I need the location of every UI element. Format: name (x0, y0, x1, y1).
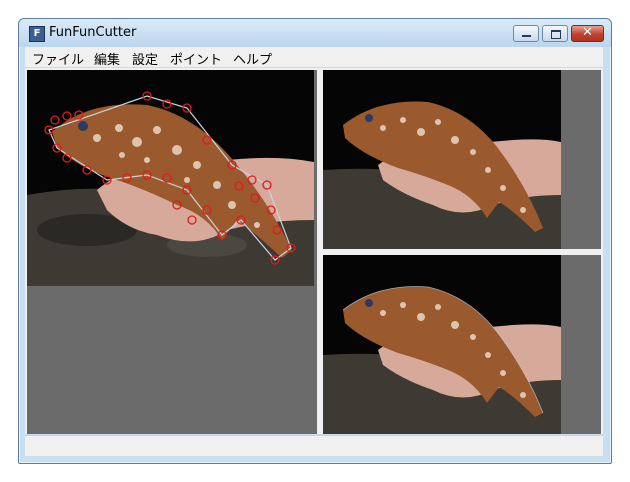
minimize-button[interactable] (513, 25, 539, 42)
preview-canvas-top (323, 70, 561, 249)
preview-canvas-bottom (323, 255, 561, 434)
fish-eye (365, 114, 373, 122)
app-icon[interactable]: F (29, 26, 45, 42)
close-button[interactable]: ✕ (571, 25, 604, 42)
main-edit-canvas[interactable] (27, 70, 317, 434)
menu-settings[interactable]: 設定 (132, 49, 158, 68)
menu-points[interactable]: ポイント (170, 49, 222, 68)
menu-file[interactable]: ファイル (32, 49, 84, 68)
menu-edit[interactable]: 編集 (94, 49, 120, 68)
fish-eye (365, 299, 373, 307)
app-window: F FunFunCutter ✕ ファイル 編集 設定 ポイント ヘルプ (18, 18, 612, 464)
status-bar (25, 435, 603, 456)
close-icon: ✕ (582, 25, 593, 40)
menu-help[interactable]: ヘルプ (233, 49, 272, 68)
preview-pane-top[interactable] (323, 70, 601, 249)
menu-bar: ファイル 編集 設定 ポイント ヘルプ (25, 47, 603, 68)
window-title: FunFunCutter (49, 25, 137, 40)
title-bar[interactable]: F FunFunCutter ✕ (19, 19, 611, 47)
client-area (25, 68, 603, 434)
fish-eye (78, 121, 88, 131)
main-edit-pane[interactable] (27, 70, 317, 434)
preview-pane-bottom[interactable] (323, 255, 601, 434)
maximize-button[interactable] (542, 25, 568, 42)
